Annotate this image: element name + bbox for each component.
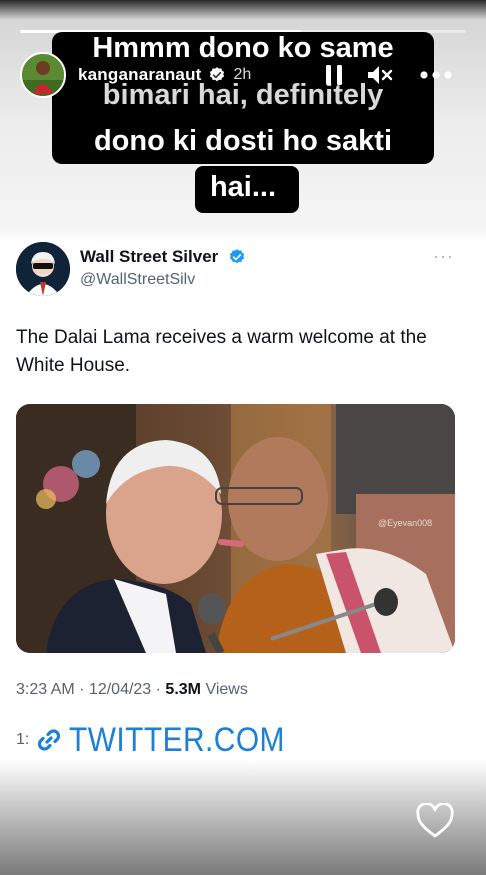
- more-dots-icon: [420, 71, 452, 79]
- like-heart-icon[interactable]: [416, 803, 454, 839]
- truncated-stat: 1:: [16, 731, 30, 748]
- tweet-views-label: Views: [201, 681, 248, 698]
- story-header: kanganaranaut 2h: [20, 51, 472, 99]
- speaker-muted-icon: [368, 66, 393, 84]
- story-username[interactable]: kanganaranaut: [78, 65, 202, 85]
- tweet-date: 12/04/23: [88, 681, 152, 698]
- tweet-author-name[interactable]: Wall Street Silver: [80, 247, 218, 267]
- tweet-meta: 3:23 AM · 12/04/23 · 5.3M Views: [16, 681, 248, 699]
- more-options-button[interactable]: [418, 61, 454, 89]
- story-time: 2h: [233, 66, 252, 83]
- story-viewer: Hmmm dono ko same bimari hai, definitely…: [0, 0, 486, 875]
- meta-separator: ·: [151, 681, 166, 698]
- twitter-verified-icon: [229, 249, 245, 264]
- link-sticker[interactable]: TWITTER.COM: [35, 721, 314, 760]
- caption-line-4: hai...: [209, 171, 277, 203]
- caption-line-3: dono ki dosti ho sakti: [93, 125, 393, 157]
- pause-icon: [326, 65, 342, 85]
- tweet-time: 3:23 AM: [16, 681, 75, 698]
- user-avatar[interactable]: [20, 52, 66, 98]
- image-watermark: @Eyevan008: [378, 518, 432, 528]
- meta-separator: ·: [74, 681, 89, 698]
- mute-button[interactable]: [366, 61, 394, 89]
- tweet-text: The Dalai Lama receives a warm welcome a…: [16, 327, 427, 376]
- pause-button[interactable]: [320, 61, 348, 89]
- tweet-more-icon[interactable]: ···: [433, 246, 454, 267]
- verified-badge-icon: [209, 67, 224, 82]
- tweet-header: Wall Street Silver @WallStreetSilv ···: [16, 242, 472, 298]
- tweet-media-image[interactable]: @Eyevan008: [16, 404, 455, 653]
- link-sticker-text: TWITTER.COM: [69, 720, 286, 759]
- link-chain-icon: [38, 729, 61, 751]
- tweet-handle[interactable]: @WallStreetSilv: [80, 271, 195, 289]
- link-sticker-row: 1: TWITTER.COM: [16, 720, 315, 760]
- tweet-author-avatar[interactable]: [16, 242, 70, 296]
- tweet-views-count: 5.3M: [165, 681, 201, 698]
